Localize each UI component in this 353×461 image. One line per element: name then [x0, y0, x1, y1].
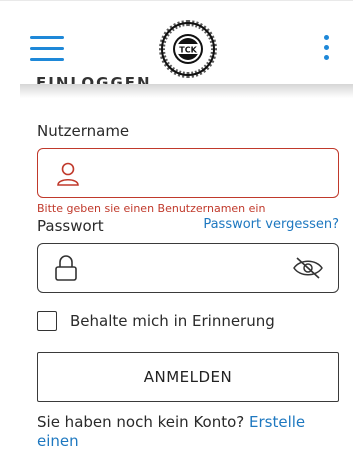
club-logo[interactable]: TCK — [156, 17, 220, 81]
password-label: Passwort — [37, 217, 104, 235]
login-button[interactable]: ANMELDEN — [37, 352, 339, 402]
lock-icon — [55, 255, 77, 281]
username-label: Nutzername — [37, 122, 130, 140]
password-field[interactable] — [37, 243, 339, 293]
username-error-message: Bitte geben sie einen Benutzernamen ein — [37, 202, 266, 215]
remember-me-checkbox[interactable] — [37, 311, 57, 331]
forgot-password-link[interactable]: Passwort vergessen? — [203, 217, 339, 232]
username-field[interactable] — [37, 148, 339, 198]
hamburger-menu-icon[interactable] — [30, 35, 64, 65]
password-input[interactable] — [98, 252, 302, 286]
user-icon — [57, 162, 79, 186]
remember-me-label[interactable]: Behalte mich in Erinnerung — [70, 312, 275, 330]
username-input[interactable] — [98, 157, 302, 191]
hide-password-eye-icon[interactable] — [292, 256, 324, 280]
header-shadow — [20, 84, 353, 98]
signup-prompt-text: Sie haben noch kein Konto? — [37, 413, 245, 431]
more-options-icon[interactable] — [318, 35, 334, 63]
signup-prompt: Sie haben noch kein Konto? Erstelle eine… — [37, 413, 327, 451]
svg-text:TCK: TCK — [179, 46, 197, 55]
